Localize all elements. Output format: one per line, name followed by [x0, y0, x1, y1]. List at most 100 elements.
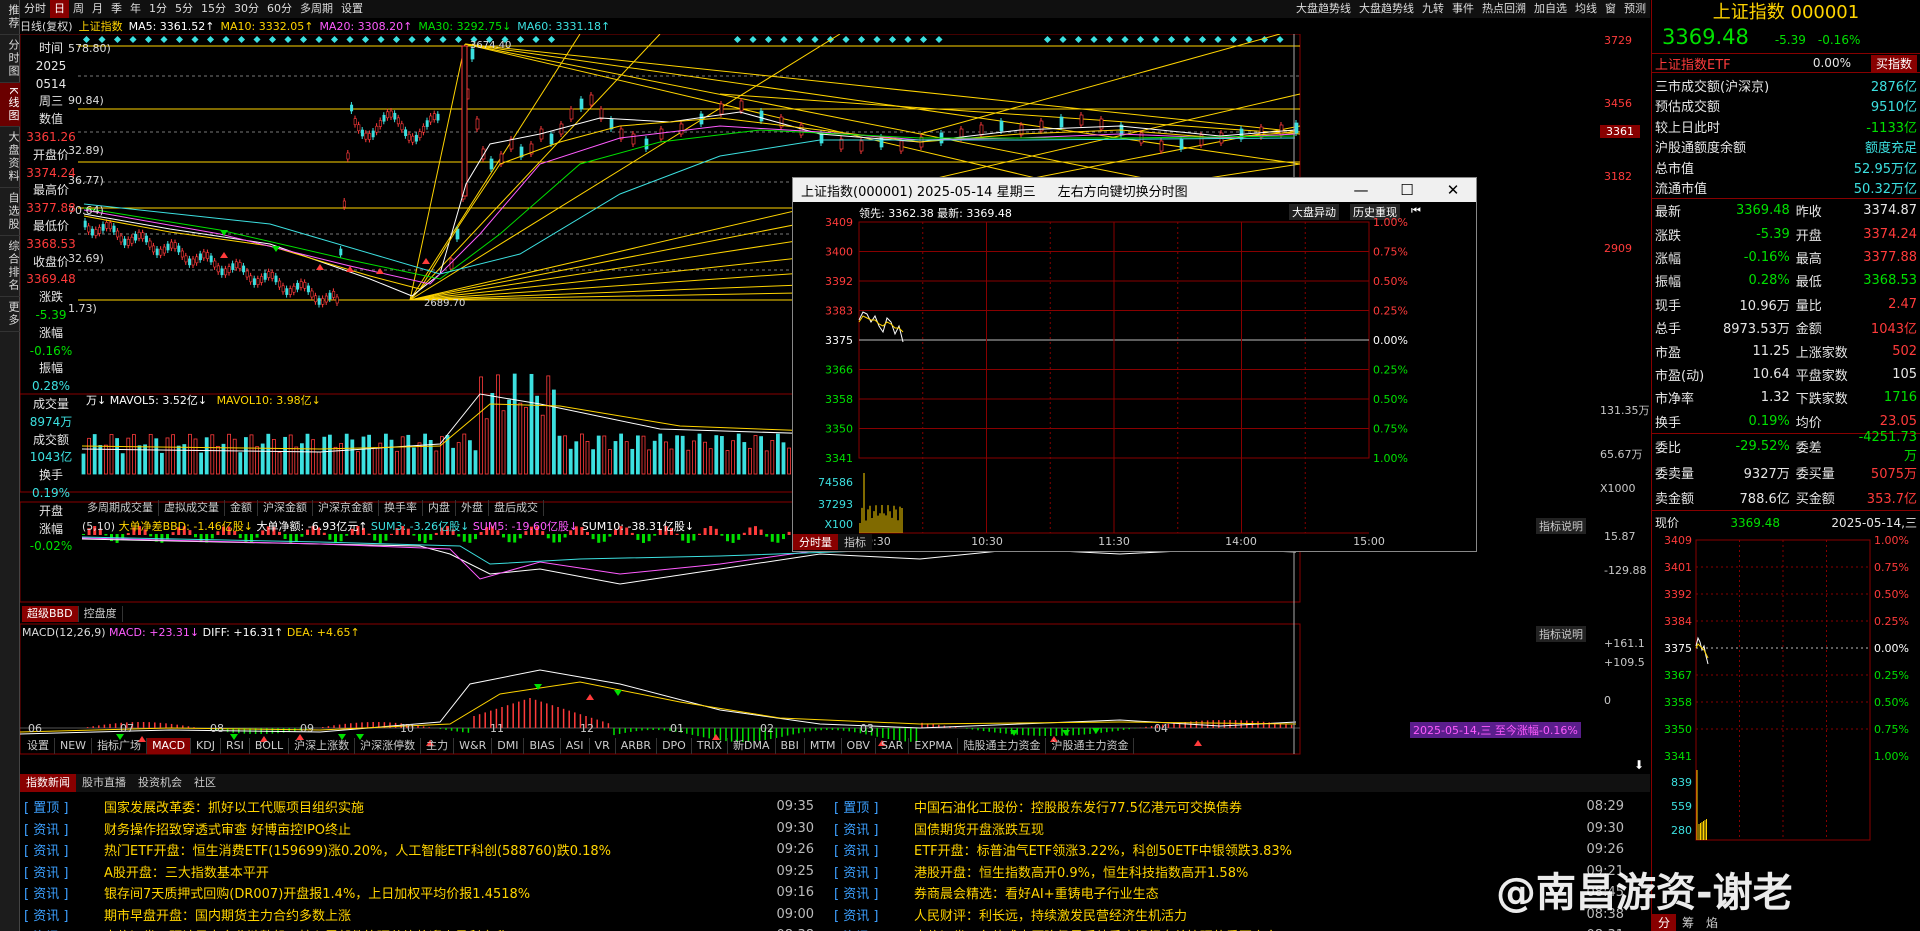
tab[interactable]: 沪深涨停数 [355, 738, 422, 754]
tab[interactable]: EXPMA [909, 738, 959, 754]
news-row[interactable]: [ 资讯 ] 财务操作招致穿透式审查 好博亩控IPO终止 09:30 [24, 818, 814, 840]
toolbar-button[interactable]: 九转 [1418, 0, 1448, 18]
news-title[interactable]: 券商晨会精选：看好AI+重铸电子行业生态 [914, 883, 1572, 902]
download-icon[interactable]: ⬇ [1634, 758, 1644, 772]
tab[interactable]: 控盘度 [79, 606, 123, 622]
period-tab[interactable]: 日 [50, 0, 69, 18]
tab[interactable]: SAR [876, 738, 910, 754]
period-tab[interactable]: 季 [107, 0, 126, 18]
tab[interactable]: KDJ [191, 738, 221, 754]
macd-explain-button[interactable]: 指标说明 [1536, 626, 1586, 642]
tab[interactable]: 设置 [22, 738, 55, 754]
toolbar-button[interactable]: 事件 [1448, 0, 1478, 18]
tab[interactable]: MTM [805, 738, 842, 754]
tab[interactable]: 金额 [225, 500, 258, 516]
news-title[interactable]: 国债期货开盘涨跌互现 [914, 819, 1572, 838]
news-row[interactable]: [ 资讯 ] 热门ETF开盘：恒生消费ETF(159699)涨0.20%，人工智能… [24, 839, 814, 861]
bbd-explain-button[interactable]: 指标说明 [1536, 518, 1586, 534]
tab[interactable]: 新DMA [728, 738, 776, 754]
nav-item[interactable]: K线图 [0, 83, 20, 128]
news-row[interactable]: [ 资讯 ]中信证券：预计风电产业链整机、核心零部件等环节均将迎来量利齐升08:… [24, 925, 814, 931]
news-title[interactable]: A股开盘：三大指数基本平开 [104, 862, 762, 881]
tab[interactable]: 沪深金额 [258, 500, 313, 516]
news-row[interactable]: [ 置顶 ] 中国石油化工股份：控股股东发行77.5亿港元可交换债券 08:29 [834, 796, 1624, 818]
period-tab[interactable]: 月 [88, 0, 107, 18]
news-tab[interactable]: 社区 [188, 774, 222, 792]
period-tab[interactable]: 设置 [337, 0, 367, 18]
period-tab[interactable]: 60分 [263, 0, 296, 18]
buy-index-button[interactable]: 买指数 [1870, 54, 1917, 72]
close-icon[interactable]: ✕ [1430, 178, 1476, 202]
period-tab[interactable]: 年 [126, 0, 145, 18]
news-row[interactable]: [ 资讯 ] A股开盘：三大指数基本平开 09:25 [24, 861, 814, 883]
tab[interactable]: BIAS [524, 738, 561, 754]
news-row[interactable]: [ 资讯 ] 国债期货开盘涨跌互现 09:30 [834, 818, 1624, 840]
tab[interactable]: 外盘 [456, 500, 489, 516]
toolbar-button[interactable]: 窗 [1601, 0, 1620, 18]
tab[interactable]: ARBR [616, 738, 658, 754]
toolbar-button[interactable]: 预测 [1620, 0, 1650, 18]
popup-titlebar[interactable]: 上证指数(000001) 2025-05-14 星期三 左右方向键切换分时图 —… [793, 178, 1476, 202]
tab[interactable]: 指标广场 [92, 738, 148, 754]
nav-item[interactable]: 分时图 [0, 35, 20, 83]
news-title[interactable]: 人民财评：利长远，持续激发民营经济生机活力 [914, 905, 1572, 924]
tab[interactable]: 换手率 [379, 500, 423, 516]
tab[interactable]: OBV [842, 738, 876, 754]
tab[interactable]: TRIX [692, 738, 728, 754]
tab[interactable]: DPO [657, 738, 692, 754]
news-title[interactable]: 中信证券：负债成本压降仍是后续季度银行息差管理的重要方向 [914, 926, 1572, 931]
news-row[interactable]: [ 置顶 ] 国家发展改革委：抓好以工代赈项目组织实施 09:35 [24, 796, 814, 818]
tab[interactable]: 内盘 [423, 500, 456, 516]
news-title[interactable]: 财务操作招致穿透式审查 好博亩控IPO终止 [104, 819, 762, 838]
intraday-popup[interactable]: 上证指数(000001) 2025-05-14 星期三 左右方向键切换分时图 —… [792, 177, 1477, 552]
news-row[interactable]: [ 资讯 ] 期市早盘开盘：国内期货主力合约多数上涨 09:00 [24, 904, 814, 926]
maximize-icon[interactable]: ☐ [1384, 178, 1430, 202]
news-tab[interactable]: 股市直播 [76, 774, 132, 792]
period-tab[interactable]: 分时 [20, 0, 50, 18]
tab[interactable]: NEW [55, 738, 93, 754]
news-title[interactable]: ETF开盘：标普油气ETF领涨3.22%，科创50ETF中银领跌3.83% [914, 840, 1572, 859]
news-title[interactable]: 期市早盘开盘：国内期货主力合约多数上涨 [104, 905, 762, 924]
period-tab[interactable]: 15分 [197, 0, 230, 18]
tab[interactable]: VR [590, 738, 616, 754]
tab[interactable]: BBI [776, 738, 805, 754]
tab[interactable]: ASI [561, 738, 590, 754]
news-row[interactable]: [ 资讯 ]中信证券：负债成本压降仍是后续季度银行息差管理的重要方向08:31 [834, 925, 1624, 931]
tab[interactable]: W&R [454, 738, 493, 754]
period-tab[interactable]: 30分 [230, 0, 263, 18]
news-title[interactable]: 银存间7天质押式回购(DR007)开盘报1.4%，上日加权平均价报1.4518% [104, 883, 762, 902]
tab[interactable]: 沪股通主力资金 [1046, 738, 1135, 754]
period-tab[interactable]: 周 [69, 0, 88, 18]
tab[interactable]: 陆股通主力资金 [958, 738, 1047, 754]
toolbar-button[interactable]: 均线 [1571, 0, 1601, 18]
popup-tab[interactable]: 分时量 [793, 534, 838, 550]
tab[interactable]: MACD [147, 738, 192, 754]
toolbar-button[interactable]: 大盘趋势线 [1355, 0, 1418, 18]
period-tab[interactable]: 多周期 [296, 0, 337, 18]
tab[interactable]: 虚拟成交量 [159, 500, 225, 516]
news-title[interactable]: 中国石油化工股份：控股股东发行77.5亿港元可交换债券 [914, 797, 1572, 816]
nav-item[interactable]: 综合排名 [0, 236, 20, 298]
etf-link[interactable]: 上证指数ETF [1655, 54, 1731, 73]
toolbar-button[interactable]: 大盘趋势线 [1292, 0, 1355, 18]
period-tab[interactable]: 5分 [171, 0, 197, 18]
tab[interactable]: BOLL [250, 738, 290, 754]
toolbar-button[interactable]: 热点回溯 [1478, 0, 1530, 18]
tab[interactable]: RSI [221, 738, 250, 754]
news-title[interactable]: 港股开盘：恒生指数高开0.9%，恒生科技指数高开1.58% [914, 862, 1572, 881]
tab[interactable]: 多周期成交量 [82, 500, 159, 516]
news-title[interactable]: 热门ETF开盘：恒生消费ETF(159699)涨0.20%，人工智能ETF科创(… [104, 840, 762, 859]
tab[interactable]: 沪深上涨数 [289, 738, 356, 754]
tab[interactable]: 主力 [421, 738, 455, 754]
nav-item[interactable]: 推荐 [0, 0, 20, 35]
news-title[interactable]: 中信证券：预计风电产业链整机、核心零部件等环节均将迎来量利齐升 [104, 926, 762, 931]
news-row[interactable]: [ 资讯 ] 银存间7天质押式回购(DR007)开盘报1.4%，上日加权平均价报1… [24, 882, 814, 904]
minimize-icon[interactable]: — [1338, 178, 1384, 202]
period-tab[interactable]: 1分 [145, 0, 171, 18]
popup-tab[interactable]: 指标 [838, 534, 872, 550]
nav-item[interactable]: 更多 [0, 297, 20, 333]
tab[interactable]: 沪深京金额 [313, 500, 379, 516]
news-title[interactable]: 国家发展改革委：抓好以工代赈项目组织实施 [104, 797, 762, 816]
nav-item[interactable]: 大盘资料 [0, 127, 20, 189]
tab[interactable]: DMI [492, 738, 525, 754]
